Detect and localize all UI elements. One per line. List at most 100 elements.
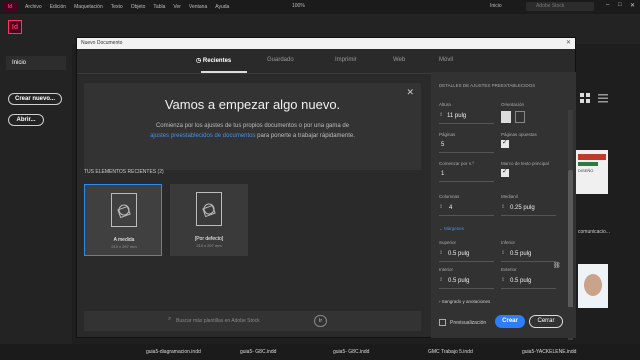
alto-field[interactable]: 11 pulg xyxy=(447,113,466,119)
maximize-icon[interactable]: □ xyxy=(618,2,622,8)
comenzar-field[interactable]: 1 xyxy=(441,171,444,177)
search-icon: ⌕ xyxy=(168,316,172,322)
tab-label: Recientes xyxy=(202,58,232,64)
welcome-banner: Vamos a empezar algo nuevo. Comienza por… xyxy=(84,83,421,170)
margenes-label: Márgenes xyxy=(444,226,465,231)
paginas-opuestas-checkbox[interactable] xyxy=(501,138,509,148)
welcome-line-2: para ponerte a trabajar rápidamente. xyxy=(255,133,355,139)
banner-close-icon[interactable]: ✕ xyxy=(406,87,414,98)
preset-dimensions: 210 x 297 mm xyxy=(196,243,222,248)
close-window-icon[interactable]: ✕ xyxy=(630,2,635,9)
welcome-subtitle: Comienza por los ajustes de tus propios … xyxy=(124,121,381,141)
dialog-close-icon[interactable]: ✕ xyxy=(566,38,571,49)
file-tab[interactable]: guia5- G8C.indd xyxy=(240,349,276,355)
menu-ayuda[interactable]: Ayuda xyxy=(215,4,229,10)
welcome-line-1: Comienza por los ajustes de tus propios … xyxy=(155,123,350,129)
stock-search-field[interactable]: Adobe Stock xyxy=(526,2,594,11)
sidebar-item-inicio[interactable]: Inicio xyxy=(6,56,66,70)
recent-file-thumbnail[interactable]: DISEÑO xyxy=(576,150,608,194)
stock-search-go-button[interactable]: Ir xyxy=(314,315,327,327)
list-view-icon[interactable] xyxy=(598,90,608,103)
scrollbar-thumb[interactable] xyxy=(568,170,573,330)
menu-maquetacion[interactable]: Maquetación xyxy=(74,4,103,10)
menu-edicion[interactable]: Edición xyxy=(50,4,66,10)
menu-ver[interactable]: Ver xyxy=(173,4,181,10)
file-tab[interactable]: GMC Trabajo 5.indd xyxy=(428,349,473,355)
paginas-field[interactable]: 5 xyxy=(441,142,444,148)
menu-tabla[interactable]: Tabla xyxy=(153,4,165,10)
crear-nuevo-button[interactable]: Crear nuevo... xyxy=(8,93,62,105)
dialog-titlebar: Nuevo Documento ✕ xyxy=(77,38,575,49)
grid-view-icon[interactable] xyxy=(580,90,590,103)
minimize-icon[interactable]: – xyxy=(606,2,609,8)
stock-template-search: ⌕ Buscar más plantillas en Adobe Stock I… xyxy=(84,311,421,331)
tab-recientes[interactable]: ◷ Recientes xyxy=(196,57,231,64)
field-underline xyxy=(501,215,556,216)
thumbnail-text: DISEÑO xyxy=(578,168,594,173)
preset-dimensions: 210 x 297 mm xyxy=(111,244,137,249)
indesign-logo: Id xyxy=(8,20,22,34)
stepper-icon[interactable]: ⇕ xyxy=(439,204,443,210)
columnas-label: Columnas xyxy=(439,194,460,199)
marco-texto-checkbox[interactable] xyxy=(501,167,509,177)
tab-movil[interactable]: Móvil xyxy=(439,57,453,63)
presets-link[interactable]: ajustes preestablecidos de documentos xyxy=(150,133,255,139)
stepper-icon[interactable]: ⇕ xyxy=(439,277,443,283)
portrait-orientation-icon[interactable] xyxy=(501,111,511,123)
columnas-field[interactable]: 4 xyxy=(449,205,452,211)
paginas-opuestas-label: Páginas opuestas xyxy=(501,132,537,137)
preview-checkbox[interactable] xyxy=(439,319,446,326)
recent-preset-card[interactable]: A medida 210 x 297 mm xyxy=(84,184,162,256)
stepper-icon[interactable]: ⇕ xyxy=(501,277,505,283)
sangrado-section-toggle[interactable]: › Sangrado y anotaciones xyxy=(439,299,490,304)
crear-button[interactable]: Crear xyxy=(495,315,525,328)
open-files-strip: guia5-diagramacion.indd guia5- G8C.indd … xyxy=(0,344,640,360)
cerrar-button[interactable]: Cerrar xyxy=(529,315,563,328)
file-tab[interactable]: guia5-YACKELENE.indd xyxy=(522,349,576,355)
menu-objeto[interactable]: Objeto xyxy=(131,4,146,10)
panel-header: DETALLES DE AJUSTES PREESTABLECIDOS xyxy=(439,83,536,88)
recent-file-thumbnail-2[interactable] xyxy=(578,264,608,308)
stepper-icon[interactable]: ⇕ xyxy=(501,204,505,210)
inferior-label: Inferior xyxy=(501,240,516,245)
file-tab[interactable]: guia5-diagramacion.indd xyxy=(146,349,201,355)
recent-preset-card[interactable]: [Por defecto] 210 x 297 mm xyxy=(170,184,248,256)
preset-tabs: ◷ Recientes Guardado Imprimir Web xyxy=(77,49,432,73)
inferior-field[interactable]: 0.5 pulg xyxy=(510,251,531,257)
marco-texto-label: Marco de texto principal xyxy=(501,161,549,166)
landscape-orientation-icon[interactable] xyxy=(515,111,525,123)
inicio-menu-button[interactable]: Inicio xyxy=(490,3,502,9)
panel-scrollbar[interactable] xyxy=(568,110,573,340)
medianil-field[interactable]: 0.25 pulg xyxy=(510,205,535,211)
stepper-icon[interactable]: ⇕ xyxy=(439,250,443,256)
field-underline xyxy=(439,215,494,216)
file-tab[interactable]: guia5- G8C.indd xyxy=(333,349,369,355)
stepper-icon[interactable]: ⇕ xyxy=(501,250,505,256)
app-menu-icon[interactable]: Id xyxy=(3,2,17,12)
tab-web[interactable]: Web xyxy=(393,57,405,63)
menu-archivo[interactable]: Archivo xyxy=(25,4,42,10)
link-margins-icon[interactable]: ⛓ xyxy=(553,262,561,269)
field-underline xyxy=(439,261,494,262)
preview-label: Previsualización xyxy=(450,320,487,326)
margenes-section-toggle[interactable]: ⌄ Márgenes xyxy=(439,226,464,232)
exterior-field[interactable]: 0.5 pulg xyxy=(510,278,531,284)
menu-ventana[interactable]: Ventana xyxy=(189,4,207,10)
menu-texto[interactable]: Texto xyxy=(111,4,123,10)
zoom-level[interactable]: 100% xyxy=(292,3,305,9)
recent-file-name[interactable]: comunicacio... xyxy=(578,229,610,235)
stepper-icon[interactable]: ⇕ xyxy=(439,112,443,118)
paginas-label: Páginas xyxy=(439,132,456,137)
superior-label: Superior xyxy=(439,240,457,245)
abrir-button[interactable]: Abrir... xyxy=(8,114,44,126)
tab-imprimir[interactable]: Imprimir xyxy=(335,57,357,63)
tab-guardado[interactable]: Guardado xyxy=(267,57,294,63)
superior-field[interactable]: 0.5 pulg xyxy=(448,251,469,257)
preset-name: [Por defecto] xyxy=(194,236,224,242)
new-document-dialog: Nuevo Documento ✕ ◷ Recientes Guardado I… xyxy=(76,37,576,340)
field-underline xyxy=(501,261,556,262)
preset-name: A medida xyxy=(113,237,135,243)
interior-field[interactable]: 0.5 pulg xyxy=(448,278,469,284)
stock-search-input[interactable]: Buscar más plantillas en Adobe Stock xyxy=(176,318,260,324)
clock-icon: ◷ xyxy=(196,58,203,64)
